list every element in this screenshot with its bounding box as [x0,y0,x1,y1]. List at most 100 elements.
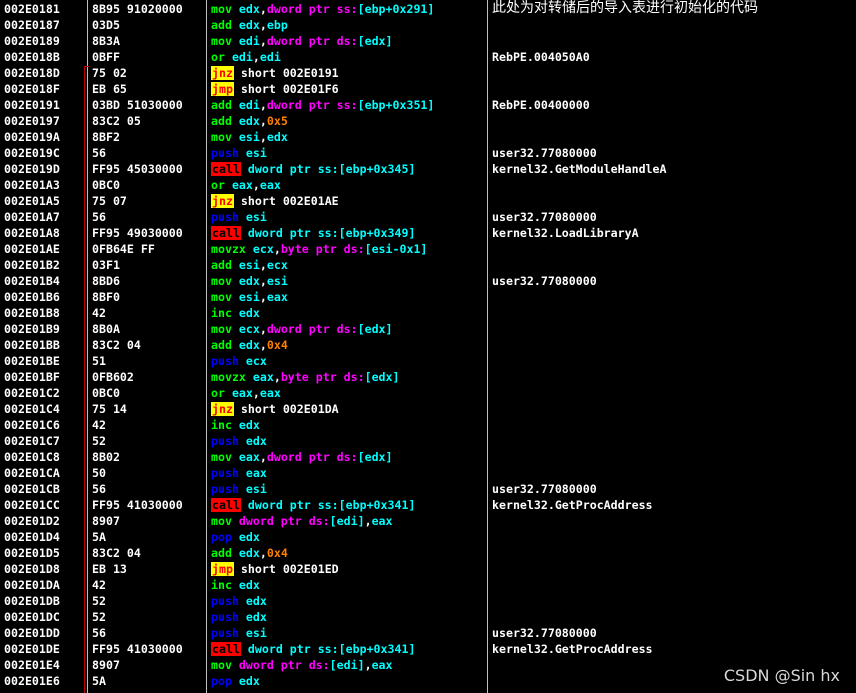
instruction-address: 002E01A5 [4,194,60,208]
instruction-bytes: 8BF0 [92,290,120,304]
instruction-row[interactable]: 002E01DD 56 push esi user32.77080000 [0,625,856,641]
instruction-row[interactable]: 002E018D 75 02 jnz short 002E0191 [0,65,856,81]
instruction-comment: user32.77080000 [492,274,597,288]
instruction-row[interactable]: 002E01B9 8B0A mov ecx,dword ptr ds:[edx] [0,321,856,337]
instruction-bytes: 56 [92,626,106,640]
asm-token: mov [211,514,239,528]
instruction-row[interactable]: 002E01A5 75 07 jnz short 002E01AE [0,193,856,209]
asm-token: mov [211,2,239,16]
instruction-row[interactable]: 002E01A8 FF95 49030000 call dword ptr ss:[… [0,225,856,241]
instruction-row[interactable]: 002E019D FF95 45030000 call dword ptr ss:[… [0,161,856,177]
instruction-disassembly: inc edx [211,577,260,593]
asm-token: , [259,34,267,48]
instruction-row[interactable]: 002E019C 56 push esi user32.77080000 [0,145,856,161]
instruction-bytes: 42 [92,306,106,320]
instruction-row[interactable]: 002E01CA 50 push eax [0,465,856,481]
instruction-bytes: 50 [92,466,106,480]
instruction-row[interactable]: 002E01B2 03F1 add esi,ecx [0,257,856,273]
instruction-bytes: 83C2 04 [92,546,141,560]
asm-token: add [211,546,239,560]
instruction-disassembly: jmp short 002E01F6 [211,81,339,97]
instruction-disassembly: push esi [211,481,267,497]
instruction-row[interactable]: 002E01C8 8B02 mov eax,dword ptr ds:[edx] [0,449,856,465]
instruction-row[interactable]: 002E01C6 42 inc edx [0,417,856,433]
instruction-row[interactable]: 002E01D5 83C2 04 add edx,0x4 [0,545,856,561]
instruction-row[interactable]: 002E01A7 56 push esi user32.77080000 [0,209,856,225]
instruction-disassembly: pop edx [211,529,260,545]
asm-token: dword ptr ds: [266,450,358,464]
instruction-comment: user32.77080000 [492,210,597,224]
asm-token: push [211,146,246,160]
instruction-row[interactable]: 002E01BB 83C2 04 add edx,0x4 [0,337,856,353]
instruction-comment: kernel32.GetProcAddress [492,642,653,656]
instruction-row[interactable]: 002E01C7 52 push edx [0,433,856,449]
instruction-row[interactable]: 002E0189 8B3A mov edi,dword ptr ds:[edx] [0,33,856,49]
instruction-row[interactable]: 002E01D2 8907 mov dword ptr ds:[edi],eax [0,513,856,529]
asm-token: push [211,354,246,368]
instruction-disassembly: mov ecx,dword ptr ds:[edx] [211,321,393,337]
asm-token: add [211,338,239,352]
instruction-disassembly: inc edx [211,417,260,433]
instruction-bytes: 56 [92,482,106,496]
asm-token: esi [238,258,260,272]
instruction-row[interactable]: 002E01C2 0BC0 or eax,eax [0,385,856,401]
instruction-row[interactable]: 002E01BF 0FB602 movzx eax,byte ptr ds:[edx… [0,369,856,385]
instruction-row[interactable]: 002E01DE FF95 41030000 call dword ptr ss:[… [0,641,856,657]
instruction-row[interactable]: 002E019A 8BF2 mov esi,edx [0,129,856,145]
instruction-row[interactable]: 002E01DC 52 push edx [0,609,856,625]
instruction-disassembly: add esi,ecx [211,257,288,273]
instruction-row[interactable]: 002E0187 03D5 add edx,ebp [0,17,856,33]
instruction-row[interactable]: 002E0197 83C2 05 add edx,0x5 [0,113,856,129]
asm-token: edx [266,130,288,144]
watermark: CSDN @Sin hx [723,666,840,685]
instruction-row[interactable]: 002E01CC FF95 41030000 call dword ptr ss:[… [0,497,856,513]
instruction-address: 002E01B9 [4,322,60,336]
instruction-address: 002E018D [4,66,60,80]
instruction-row[interactable]: 002E01B8 42 inc edx [0,305,856,321]
asm-token: or [211,386,232,400]
asm-token: dword ptr ds: [238,658,330,672]
instruction-address: 002E019D [4,162,60,176]
instruction-row[interactable]: 002E01DB 52 push edx [0,593,856,609]
instruction-bytes: 03D5 [92,18,120,32]
asm-token: add [211,98,239,112]
instruction-address: 002E01B6 [4,290,60,304]
instruction-disassembly: push esi [211,209,267,225]
instruction-row[interactable]: 002E0191 03BD 51030000 add edi,dword ptr s… [0,97,856,113]
instruction-row[interactable]: 002E01C4 75 14 jnz short 002E01DA [0,401,856,417]
instruction-bytes: 0FB64E FF [92,242,155,256]
asm-token: , [364,658,372,672]
asm-token: mov [211,290,239,304]
asm-token: eax [259,178,281,192]
instruction-bytes: 8BF2 [92,130,120,144]
call-mnemonic: call [211,162,241,176]
instruction-row[interactable]: 002E01D8 EB 13 jmp short 002E01ED [0,561,856,577]
asm-token: byte ptr ds: [280,370,365,384]
instruction-bytes: 0BC0 [92,386,120,400]
instruction-row[interactable]: 002E01AE 0FB64E FF movzx ecx,byte ptr ds:[… [0,241,856,257]
asm-token: , [259,322,267,336]
asm-token: add [211,18,239,32]
asm-token: [edi] [329,658,365,672]
annotation-comment: 此处为对转储后的导入表进行初始化的代码 [492,0,758,16]
instruction-row[interactable]: 002E01D4 5A pop edx [0,529,856,545]
instruction-row[interactable]: 002E01BE 51 push ecx [0,353,856,369]
instruction-row[interactable]: 002E01DA 42 inc edx [0,577,856,593]
asm-token: edi [259,50,281,64]
disassembly-pane[interactable]: 002E0181 8B95 91020000 mov edx,dword ptr s… [0,0,856,693]
instruction-disassembly: jnz short 002E0191 [211,65,339,81]
instruction-disassembly: jnz short 002E01DA [211,401,339,417]
instruction-row[interactable]: 002E018F EB 65 jmp short 002E01F6 [0,81,856,97]
instruction-row[interactable]: 002E01B6 8BF0 mov esi,eax [0,289,856,305]
instruction-row[interactable]: 002E018B 0BFF or edi,edi RebPE.004050A0 [0,49,856,65]
instruction-row[interactable]: 002E01A3 0BC0 or eax,eax [0,177,856,193]
jump-mnemonic: jnz [211,194,234,208]
instruction-row[interactable]: 002E01B4 8BD6 mov edx,esi user32.77080000 [0,273,856,289]
instruction-row[interactable]: 002E0181 8B95 91020000 mov edx,dword ptr s… [0,0,856,17]
instruction-comment: RebPE.00400000 [492,98,590,112]
asm-token: , [259,274,267,288]
jump-mnemonic: jnz [211,402,234,416]
instruction-row[interactable]: 002E01CB 56 push esi user32.77080000 [0,481,856,497]
asm-token: pop [211,530,239,544]
instruction-address: 002E019C [4,146,60,160]
